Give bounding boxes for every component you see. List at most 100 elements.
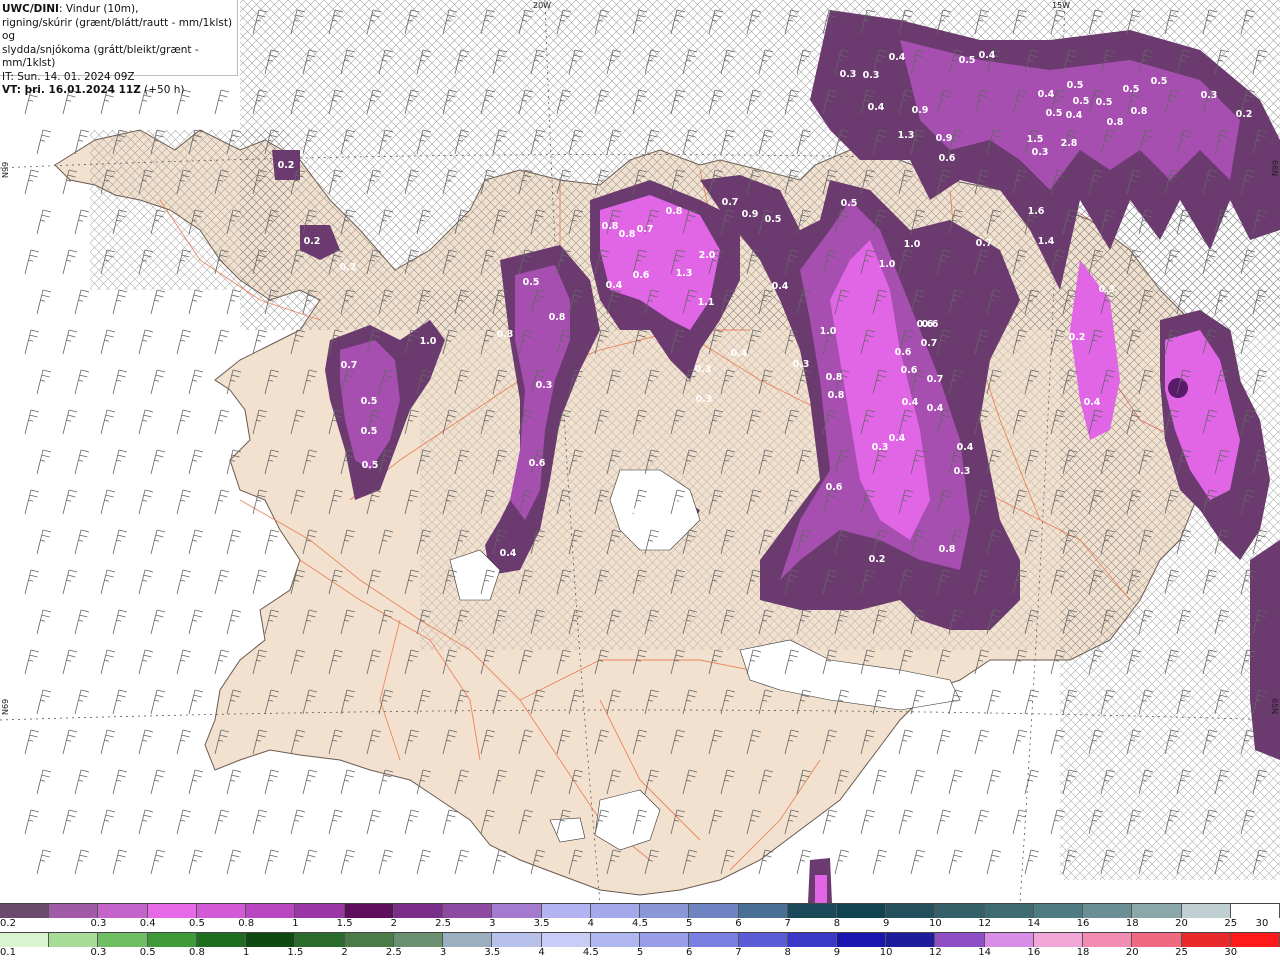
legend-label: 12	[978, 918, 991, 929]
precip-value-label: 0.6	[939, 153, 956, 164]
wind-barb	[100, 569, 116, 595]
wind-barb	[404, 809, 420, 835]
wind-barb	[302, 849, 318, 875]
precip-value-label: 0.2	[1069, 332, 1086, 343]
weather-map: 0.2 0.2 0.2 0.7 1.0 0.5 0.5 0.5 0.8 0.3 0.3 0.6 0.4 0…	[0, 0, 1280, 903]
rain-legend-labels: 0.1 0.3 0.5 0.8 1 1.5 2 2.5 3 3.5 4 4.5 5 6 7 8 9 10 12 14 1…	[0, 947, 1280, 959]
wind-barb	[340, 769, 356, 795]
legend-swatch	[49, 904, 99, 918]
wind-barb	[24, 489, 40, 515]
legend-swatch	[0, 904, 50, 918]
precip-value-label: 0.4	[1038, 89, 1055, 100]
precip-value-label: 0.7	[722, 197, 739, 208]
legend-label: 4.5	[632, 918, 648, 929]
wind-barb	[62, 249, 78, 275]
precip-value-label: 0.5	[959, 55, 976, 66]
legend-swatch	[541, 933, 591, 947]
wind-barb	[176, 569, 192, 595]
precip-value-label: 0.5	[362, 460, 379, 471]
precip-value-label: 1.0	[820, 326, 837, 337]
wind-barb	[176, 489, 192, 515]
legend-label: 5	[636, 947, 644, 958]
legend-label: 0.3	[90, 918, 107, 929]
wind-barb	[822, 809, 838, 835]
legend-swatch	[836, 933, 887, 947]
precip-value-label: 0.3	[1032, 147, 1049, 158]
legend-swatch	[492, 904, 542, 918]
legend-swatch	[1181, 933, 1231, 947]
precip-value-label: 0.2	[278, 160, 295, 171]
legend-label: 7	[784, 918, 791, 929]
wind-barb	[214, 649, 230, 675]
precip-value-label: 0.4	[633, 507, 650, 518]
wind-barb	[24, 569, 40, 595]
wind-barb	[36, 689, 52, 715]
legend-swatch	[246, 933, 296, 947]
wind-barb	[150, 289, 166, 315]
wind-barb	[226, 529, 242, 555]
legend-label: 20	[1125, 947, 1139, 958]
lat-label: 65N	[1270, 698, 1279, 714]
legend-swatch	[984, 933, 1034, 947]
legend-swatch	[196, 933, 247, 947]
wind-barb	[138, 409, 154, 435]
lead-time: (+50 h)	[140, 84, 185, 96]
wind-barb	[74, 529, 90, 555]
wind-barb	[986, 769, 1002, 795]
legend-label: 0.4	[139, 918, 156, 929]
wind-barb	[112, 609, 128, 635]
wind-barb	[36, 529, 52, 555]
wind-barb	[986, 849, 1002, 875]
wind-barb	[264, 529, 280, 555]
wind-barb	[188, 849, 204, 875]
legend-label: 14	[978, 947, 991, 958]
wind-barb	[36, 769, 52, 795]
wind-barb	[62, 649, 78, 675]
wind-barb	[150, 449, 166, 475]
lon-label: 15W	[1052, 1, 1070, 10]
wind-barb	[100, 729, 116, 755]
precip-value-label: 0.4	[979, 50, 996, 61]
legend-swatch	[590, 904, 641, 918]
legend-label: 0.3	[90, 947, 107, 958]
wind-barb	[100, 809, 116, 835]
wind-barb	[24, 409, 40, 435]
legend-label: 0.8	[188, 947, 205, 958]
precip-value-label: 0.6	[826, 482, 843, 493]
legend-swatch	[0, 933, 50, 947]
precip-value-label: 0.2	[304, 236, 321, 247]
precip-value-label: 0.3	[675, 497, 692, 508]
legend-label: 3.5	[533, 918, 550, 929]
legend-swatch	[196, 904, 247, 918]
legend-label: 7	[735, 947, 742, 958]
precip-value-label: 0.7	[921, 338, 938, 349]
wind-barb	[226, 609, 242, 635]
wind-barb	[188, 689, 204, 715]
wind-barb	[112, 369, 128, 395]
precip-value-label: 0.5	[1067, 80, 1084, 91]
wind-barb	[150, 369, 166, 395]
wind-barb	[176, 809, 192, 835]
precip-value-label: 0.3	[954, 466, 971, 477]
precip-value-label: 0.4	[902, 397, 919, 408]
legend-swatch	[787, 904, 837, 918]
precip-value-label: 1.1	[698, 297, 715, 308]
precip-value-label: 0.3	[863, 70, 880, 81]
legend-swatch	[1230, 933, 1280, 947]
wind-barb	[150, 529, 166, 555]
precip-value-label: 0.3	[696, 394, 713, 405]
wind-barb	[62, 569, 78, 595]
precip-value-label: 2.0	[699, 250, 716, 261]
snow-legend-bar	[0, 903, 1280, 918]
wind-barb	[62, 489, 78, 515]
wind-barb	[176, 329, 192, 355]
legend-label: 18	[1125, 918, 1139, 929]
legend-label: 2.5	[435, 918, 452, 929]
init-time: IT: Sun. 14. 01. 2024 09Z	[2, 70, 135, 83]
precip-value-label: 1.4	[1038, 236, 1055, 247]
wind-barb	[36, 849, 52, 875]
legend-swatch	[147, 933, 197, 947]
precip-value-label: 0.8	[666, 206, 683, 217]
precip-value-label: 0.7	[927, 374, 944, 385]
header-line-1: : Vindur (10m),	[58, 3, 139, 15]
